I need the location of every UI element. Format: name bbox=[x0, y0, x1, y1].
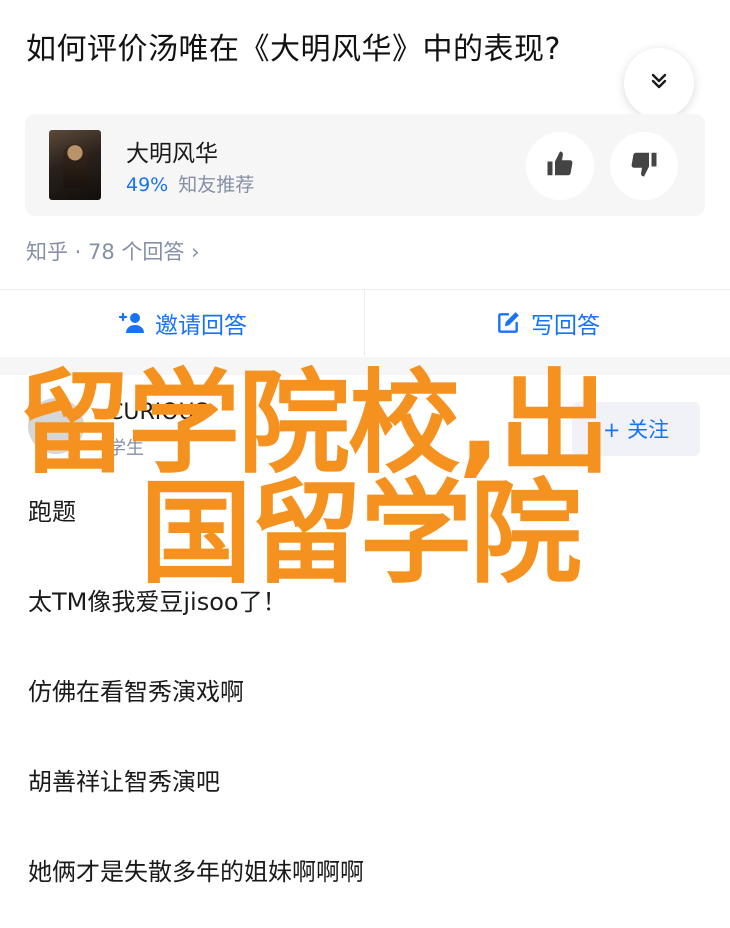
thumbs-up-icon bbox=[545, 149, 575, 183]
chevron-double-down-icon bbox=[648, 70, 670, 96]
drama-recommend: 49% 知友推荐 bbox=[126, 170, 254, 197]
write-answer-label: 写回答 bbox=[531, 313, 600, 339]
collapse-button[interactable] bbox=[624, 48, 694, 118]
watermark-overlay-line1: 留学院校,出 bbox=[18, 359, 611, 489]
invite-answer-label: 邀请回答 bbox=[155, 313, 247, 339]
answer-line: 跑题 bbox=[28, 498, 76, 526]
question-meta[interactable]: 知乎 · 78 个回答 › bbox=[26, 236, 200, 266]
write-answer-button[interactable]: 写回答 bbox=[365, 290, 730, 356]
thumbs-down-icon bbox=[629, 149, 659, 183]
add-person-icon bbox=[117, 311, 145, 335]
answer-line: 仿佛在看智秀演戏啊 bbox=[28, 678, 244, 706]
thumbs-down-button[interactable] bbox=[610, 132, 678, 200]
question-title: 如何评价汤唯在《大明风华》中的表现? bbox=[26, 32, 561, 67]
answer-line: 她俩才是失散多年的姐妹啊啊啊 bbox=[28, 858, 364, 886]
recommend-label: 知友推荐 bbox=[178, 174, 255, 196]
thumbs-up-button[interactable] bbox=[526, 132, 594, 200]
answer-line: 胡善祥让智秀演吧 bbox=[28, 768, 220, 796]
invite-answer-button[interactable]: 邀请回答 bbox=[0, 290, 364, 356]
drama-poster bbox=[49, 130, 101, 200]
edit-icon bbox=[495, 310, 521, 336]
watermark-overlay-line2: 国留学院 bbox=[140, 469, 582, 599]
drama-card[interactable]: 大明风华 49% 知友推荐 bbox=[25, 114, 705, 216]
drama-title: 大明风华 bbox=[126, 141, 218, 167]
recommend-percent: 49% bbox=[126, 174, 169, 196]
